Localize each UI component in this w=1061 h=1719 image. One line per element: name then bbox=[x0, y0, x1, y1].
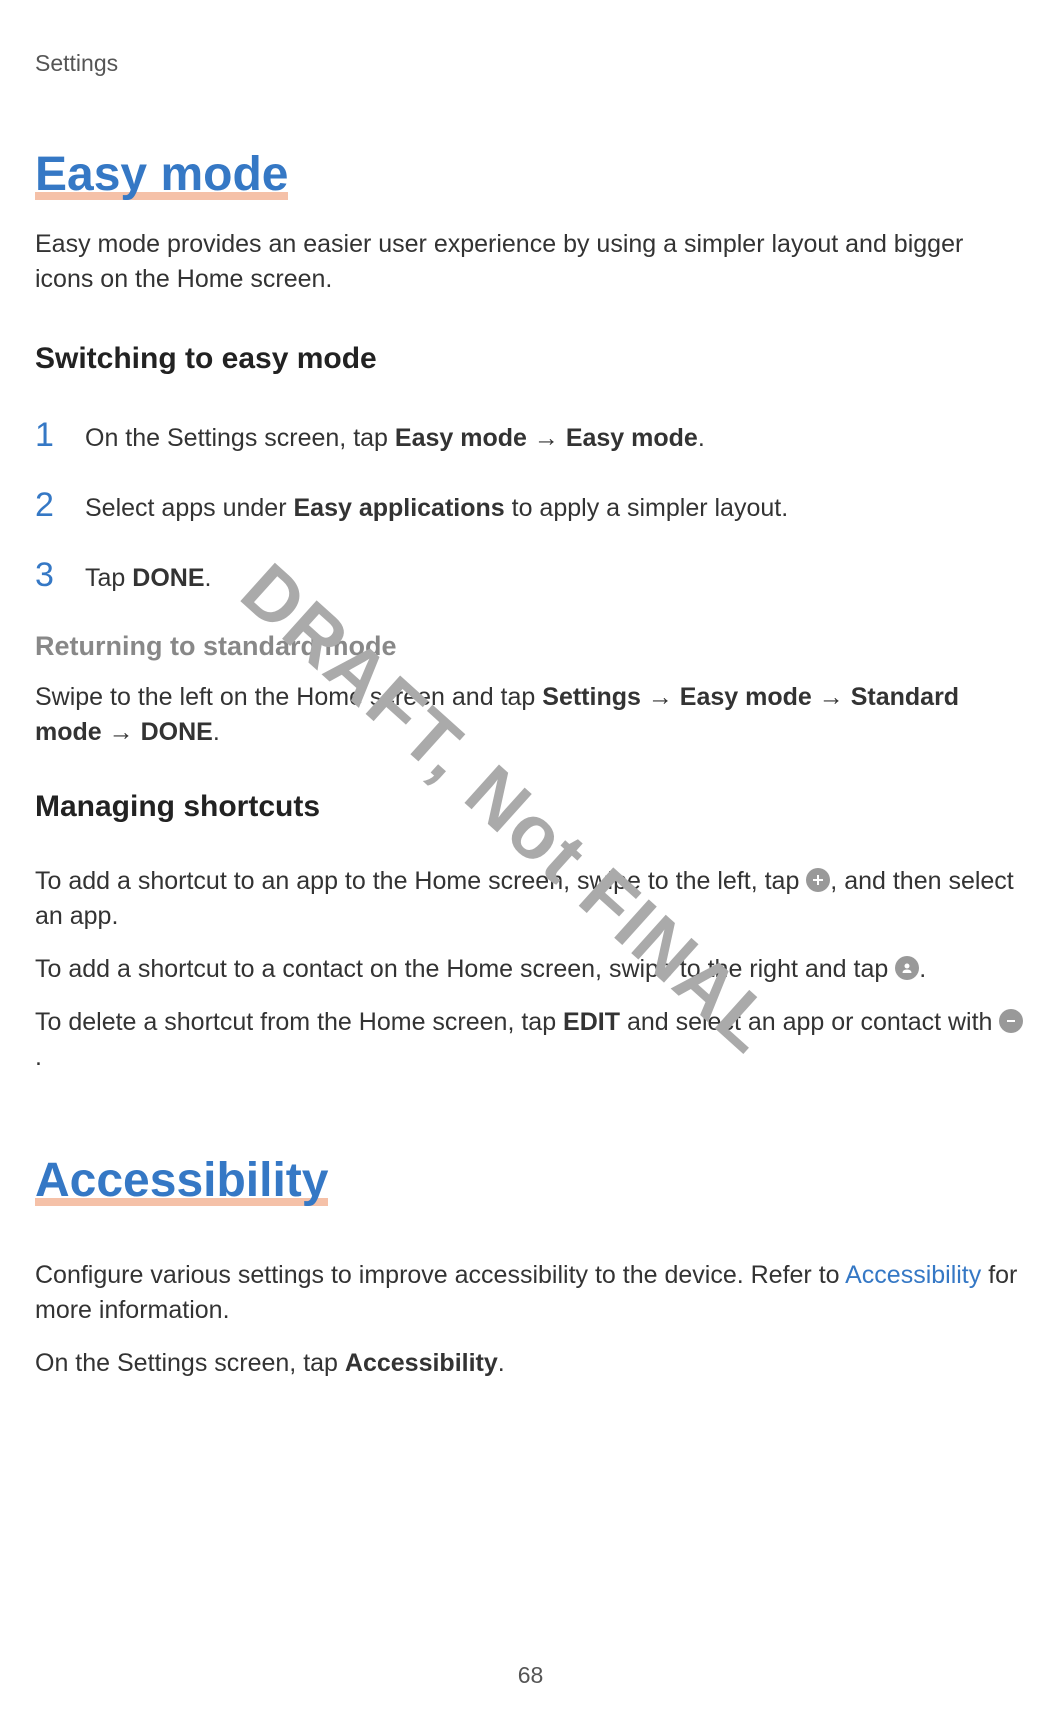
step-1: 1 On the Settings screen, tap Easy mode … bbox=[35, 416, 1026, 456]
step-1-text: On the Settings screen, tap Easy mode → … bbox=[85, 421, 705, 456]
step-3-text: Tap DONE. bbox=[85, 561, 211, 596]
step3-suffix: . bbox=[205, 564, 212, 592]
step1-bold1: Easy mode bbox=[395, 424, 527, 452]
accessibility-heading: Accessibility bbox=[35, 1153, 328, 1208]
acc-inst-suffix: . bbox=[498, 1349, 505, 1377]
returning-suffix: . bbox=[213, 718, 220, 746]
step-2-text: Select apps under Easy applications to a… bbox=[85, 491, 788, 526]
step-number-2: 2 bbox=[35, 486, 65, 525]
acc-inst-bold: Accessibility bbox=[345, 1349, 498, 1377]
step-number-1: 1 bbox=[35, 416, 65, 455]
easy-mode-heading: Easy mode bbox=[35, 147, 288, 202]
step-number-3: 3 bbox=[35, 556, 65, 595]
accessibility-link[interactable]: Accessibility bbox=[845, 1261, 981, 1289]
step3-prefix: Tap bbox=[85, 564, 132, 592]
shortcuts-para2: To add a shortcut to a contact on the Ho… bbox=[35, 952, 1026, 987]
returning-text: Swipe to the left on the Home screen and… bbox=[35, 680, 1026, 750]
easy-mode-intro: Easy mode provides an easier user experi… bbox=[35, 227, 1026, 297]
step1-arrow: → bbox=[527, 424, 566, 452]
returning-prefix: Swipe to the left on the Home screen and… bbox=[35, 683, 542, 711]
step3-bold: DONE bbox=[132, 564, 204, 592]
page-number: 68 bbox=[518, 1662, 544, 1689]
step1-suffix: . bbox=[698, 424, 705, 452]
returning-arrow2: → bbox=[812, 683, 851, 711]
switching-heading: Switching to easy mode bbox=[35, 342, 1026, 376]
returning-bold1: Settings bbox=[542, 683, 641, 711]
returning-bold2: Easy mode bbox=[680, 683, 812, 711]
step2-suffix: to apply a simpler layout. bbox=[505, 494, 788, 522]
shortcuts-para3: To delete a shortcut from the Home scree… bbox=[35, 1005, 1026, 1075]
acc-intro-prefix: Configure various settings to improve ac… bbox=[35, 1261, 845, 1289]
accessibility-intro: Configure various settings to improve ac… bbox=[35, 1258, 1026, 1328]
minus-icon bbox=[999, 1009, 1023, 1033]
sc-p2-prefix: To add a shortcut to a contact on the Ho… bbox=[35, 955, 895, 983]
sc-p3-prefix: To delete a shortcut from the Home scree… bbox=[35, 1008, 563, 1036]
step2-prefix: Select apps under bbox=[85, 494, 293, 522]
sc-p3-bold: EDIT bbox=[563, 1008, 620, 1036]
step-list: 1 On the Settings screen, tap Easy mode … bbox=[35, 416, 1026, 596]
returning-arrow1: → bbox=[641, 683, 680, 711]
shortcuts-heading: Managing shortcuts bbox=[35, 790, 1026, 824]
contact-icon bbox=[895, 956, 919, 980]
sc-p2-suffix: . bbox=[919, 955, 926, 983]
returning-heading: Returning to standard mode bbox=[35, 631, 1026, 662]
returning-arrow3: → bbox=[102, 718, 141, 746]
step-2: 2 Select apps under Easy applications to… bbox=[35, 486, 1026, 526]
step2-bold: Easy applications bbox=[293, 494, 504, 522]
step-3: 3 Tap DONE. bbox=[35, 556, 1026, 596]
sc-p3-suffix: . bbox=[35, 1043, 42, 1071]
step1-prefix: On the Settings screen, tap bbox=[85, 424, 395, 452]
acc-inst-prefix: On the Settings screen, tap bbox=[35, 1349, 345, 1377]
sc-p1-prefix: To add a shortcut to an app to the Home … bbox=[35, 867, 806, 895]
shortcuts-para1: To add a shortcut to an app to the Home … bbox=[35, 864, 1026, 934]
step1-bold2: Easy mode bbox=[566, 424, 698, 452]
plus-icon bbox=[806, 868, 830, 892]
accessibility-instruction: On the Settings screen, tap Accessibilit… bbox=[35, 1346, 1026, 1381]
sc-p3-mid: and select an app or contact with bbox=[620, 1008, 999, 1036]
header-label: Settings bbox=[35, 50, 1026, 77]
returning-bold4: DONE bbox=[141, 718, 213, 746]
